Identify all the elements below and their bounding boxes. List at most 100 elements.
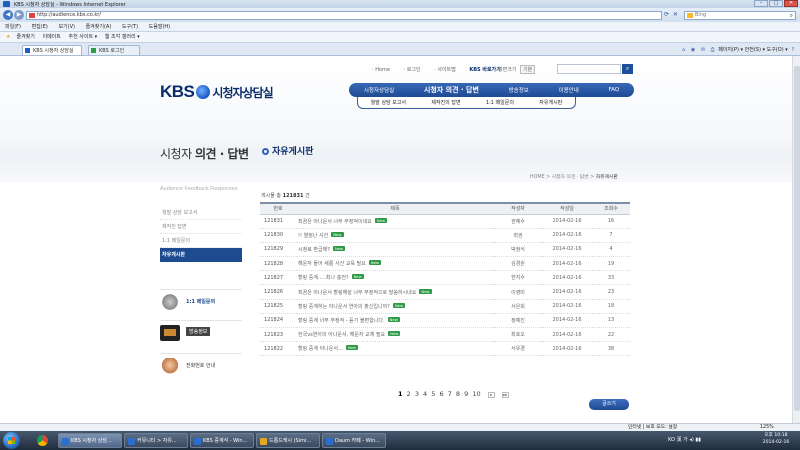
next-page-button[interactable]: ▸: [487, 392, 495, 398]
favorites-button[interactable]: 즐겨찾기: [16, 34, 34, 40]
gnb-faq[interactable]: FAQ: [608, 87, 619, 93]
site-logo[interactable]: KBS 시청자상담실: [160, 82, 274, 102]
browser-search-input[interactable]: Bing ⌕: [684, 11, 796, 20]
tray-network-icon[interactable]: ▮▮: [695, 437, 701, 443]
gnb-audience-center[interactable]: 시청자상담실: [364, 86, 394, 94]
forward-button[interactable]: ▶: [14, 10, 24, 20]
close-window-button[interactable]: ✕: [784, 0, 798, 7]
font-size-select[interactable]: 기본: [520, 65, 536, 74]
task-kbs-audience[interactable]: KBS 시청자 상담...: [58, 433, 122, 448]
table-row[interactable]: 121827 할링 중계.....최나 충전? New 한지수 2014-02-16 33: [260, 270, 630, 286]
site-search-button[interactable]: ⌕: [622, 64, 633, 74]
page-3[interactable]: 3: [415, 390, 419, 398]
table-row[interactable]: 121831 최끔은 아나운서 너무 부정적이네요 New 권혜수 2014-02-16…: [260, 214, 630, 229]
taskbar-clock[interactable]: 오후 10:18 2014-02-16: [756, 433, 796, 446]
util-home-link[interactable]: · Home: [372, 67, 396, 73]
table-row[interactable]: 121828 해운자 들어 새롭 사건 교육 필요 New 김경원 2014-02-16…: [260, 256, 630, 272]
table-row[interactable]: 121829 시청료 환급해? New 박정식 2014-02-16 4: [260, 242, 630, 258]
lnb-monthly-report[interactable]: 월말 상담 보고서: [371, 99, 406, 106]
task-community[interactable]: 커뮤니티 > 자유...: [124, 433, 188, 448]
row-subject-link[interactable]: 한국vs연아의 아나운서, 해운자 교체 필요 New: [296, 327, 494, 343]
zoom-level[interactable]: 125%: [760, 424, 774, 431]
gnb-broadcast-info[interactable]: 방송정보: [509, 86, 529, 94]
tray-ime[interactable]: 漢 가: [677, 437, 688, 443]
safety-menu[interactable]: 안전(S) ▾: [745, 47, 765, 53]
row-subject-link[interactable]: 할링 중계 너무 부정적 - 듣기 불편합니다. New: [296, 313, 494, 329]
row-subject-link[interactable]: 해운자 들어 새롭 사건 교육 필요 New: [296, 256, 494, 272]
tray-language[interactable]: KO: [668, 437, 675, 443]
menu-help[interactable]: 도움말(H): [149, 24, 170, 30]
page-7[interactable]: 7: [448, 390, 452, 398]
sidebar-item-free-board[interactable]: 자유게시판: [160, 248, 242, 262]
page-2[interactable]: 2: [407, 390, 411, 398]
favorites-star-icon[interactable]: ★: [6, 34, 10, 40]
help-icon[interactable]: ?: [791, 47, 794, 53]
menu-file[interactable]: 파일(F): [5, 24, 21, 30]
row-subject-link[interactable]: 할링 중계 아나운서... New: [296, 341, 494, 357]
maximize-button[interactable]: □: [769, 0, 783, 7]
table-row[interactable]: 121830!! 열정난 사건 New 최권 2014-02-16 7: [260, 228, 630, 243]
fav-link-webslice[interactable]: 웹 조각 갤러리 ▾: [105, 34, 140, 40]
refresh-stop-icons[interactable]: ⟳ ✕: [664, 11, 679, 18]
menu-tools[interactable]: 도구(T): [122, 24, 138, 30]
menu-view[interactable]: 보기(V): [58, 24, 75, 30]
table-row[interactable]: 121826 최끔은 아나운서 할링해설 너무 부정적으로 말씀하시네요 New 이영…: [260, 284, 630, 300]
last-page-button[interactable]: ▸▸: [501, 392, 509, 398]
row-subject-link[interactable]: 할링 중계.....최나 충전? New: [296, 270, 494, 286]
util-login-link[interactable]: · 로그인: [404, 67, 427, 73]
page-8[interactable]: 8: [456, 390, 460, 398]
page-4[interactable]: 4: [423, 390, 427, 398]
home-icon[interactable]: ⌂: [682, 47, 685, 53]
search-icon[interactable]: ⌕: [790, 12, 793, 19]
task-daum-cafe[interactable]: Daum 카페 - Win...: [322, 433, 386, 448]
start-button[interactable]: [3, 432, 20, 449]
table-row[interactable]: 121823 한국vs연아의 아나운서, 해운자 교체 필요 New 최호오 2014-…: [260, 327, 630, 343]
tab-kbs-audience[interactable]: KBS 시청자 상담실: [22, 45, 82, 55]
page-9[interactable]: 9: [464, 390, 468, 398]
site-search-input[interactable]: [557, 64, 621, 74]
page-5[interactable]: 5: [431, 390, 435, 398]
tools-menu[interactable]: 도구(O) ▾: [767, 47, 788, 53]
row-subject-link[interactable]: 최끔은 아나운서 할링해설 너무 부정적으로 말씀하시네요 New: [296, 284, 494, 300]
table-row[interactable]: 121822 할링 중계 아나운서... New 서유경 2014-02-16 38: [260, 341, 630, 357]
page-scrollbar[interactable]: [792, 56, 800, 431]
row-subject-link[interactable]: !! 열정난 사건 New: [296, 228, 494, 243]
crumb-feedback[interactable]: 시청자 의견 · 답변: [552, 175, 589, 180]
tray-volume-icon[interactable]: ◂): [689, 437, 693, 443]
print-icon[interactable]: ⎙: [711, 47, 715, 53]
sidebar-item-producer-answers[interactable]: 제작진 답변: [160, 220, 242, 234]
page-1[interactable]: 1: [398, 390, 403, 398]
table-row[interactable]: 121825 할링 중계하는 아나운서 연아의 출신입니까? New 서은희 2014-…: [260, 299, 630, 314]
write-post-button[interactable]: 글쓰기: [589, 399, 629, 410]
row-subject-link[interactable]: 할링 중계하는 아나운서 연아의 출신입니까? New: [296, 299, 494, 314]
table-row[interactable]: 121824 할링 중계 너무 부정적 - 듣기 불편합니다. New 정예진 2014…: [260, 313, 630, 329]
task-dropcache[interactable]: 드롭드캐시 (Simi...: [256, 433, 320, 448]
page-10[interactable]: 10: [472, 390, 480, 398]
gnb-guide[interactable]: 이용안내: [559, 86, 579, 94]
row-subject-link[interactable]: 최끔은 아나운서 너무 부정적이네요 New: [296, 214, 494, 229]
lnb-free-board[interactable]: 자유게시판: [539, 99, 562, 106]
promo-phone-guide[interactable]: 전화번호 안내: [160, 353, 242, 377]
feeds-icon[interactable]: ◉: [691, 47, 695, 53]
gnb-feedback[interactable]: 시청자 의견 · 답변: [424, 85, 479, 95]
sidebar-item-mail-inquiry[interactable]: 1:1 메일문의: [160, 234, 242, 248]
lnb-mail-inquiry[interactable]: 1:1 메일문의: [486, 99, 514, 106]
util-sitemap-link[interactable]: · 사이트맵: [434, 67, 462, 73]
mail-icon[interactable]: ✉: [701, 47, 705, 53]
minimize-button[interactable]: –: [754, 0, 768, 7]
task-kbs-relay[interactable]: KBS 중계석 - Win...: [190, 433, 254, 448]
fav-link-suggested[interactable]: 추천 사이트 ▾: [68, 34, 97, 40]
scroll-thumb[interactable]: [794, 66, 800, 411]
lnb-producer-answers[interactable]: 제작진의 답변: [431, 99, 460, 106]
menu-edit[interactable]: 편집(E): [32, 24, 48, 30]
back-button[interactable]: ◀: [3, 10, 13, 20]
fav-link-emate[interactable]: 이메이트: [42, 34, 60, 40]
kbs-shortcut-link[interactable]: KBS 바로가기: [469, 67, 500, 73]
crumb-home[interactable]: HOME: [530, 175, 545, 180]
page-menu[interactable]: 페이지(P) ▾: [718, 47, 743, 53]
taskbar-pin-chrome[interactable]: [32, 433, 54, 448]
page-6[interactable]: 6: [439, 390, 443, 398]
promo-mail-inquiry[interactable]: 1:1 메일문의: [160, 289, 242, 313]
sidebar-item-monthly-report[interactable]: 월말 상담 보고서: [160, 206, 242, 220]
menu-favorites[interactable]: 즐겨찾기(A): [86, 24, 112, 30]
